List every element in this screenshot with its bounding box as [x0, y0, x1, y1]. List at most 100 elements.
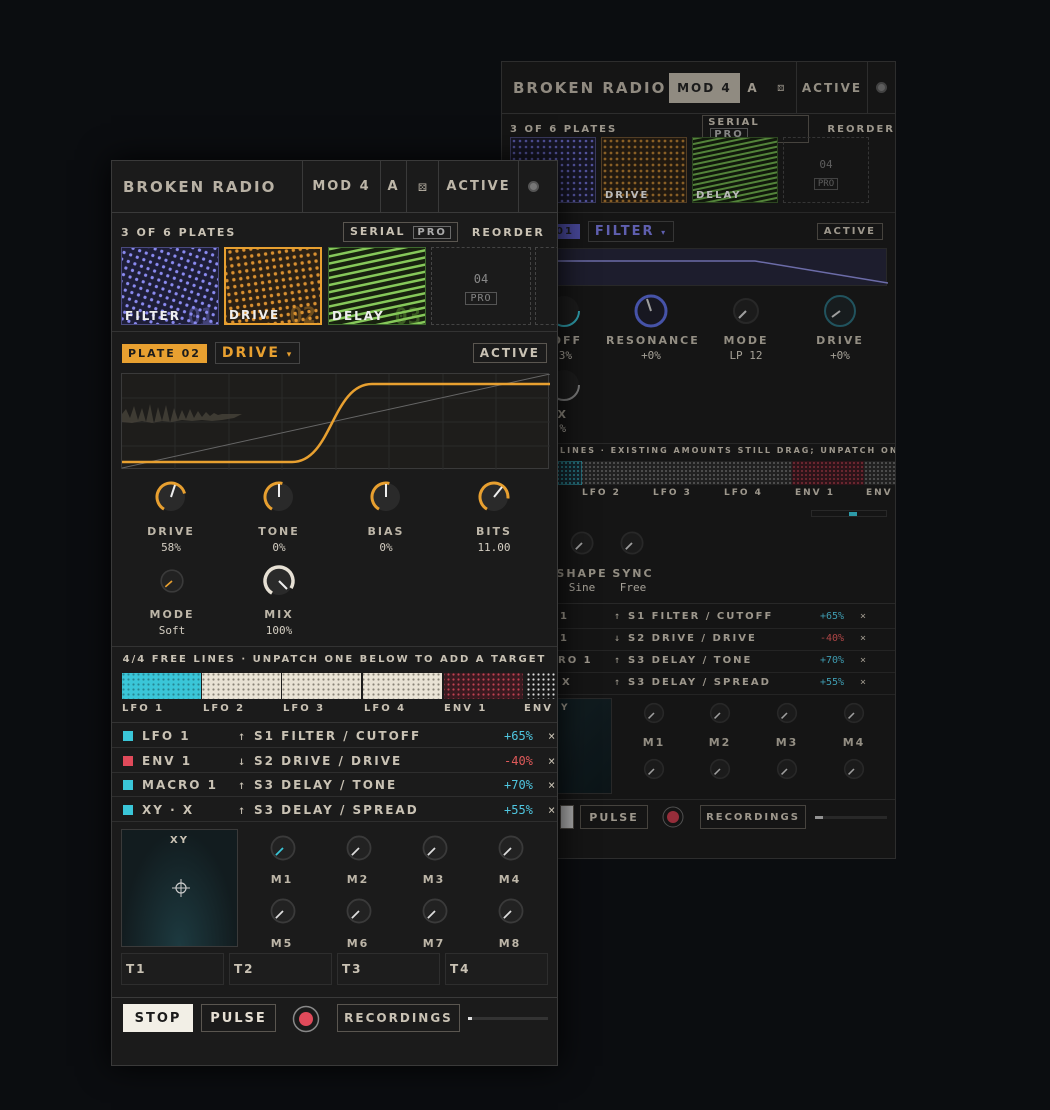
record-button[interactable]	[292, 1005, 320, 1033]
back-route-row[interactable]: RO 1 ↑ S3 DELAY / TONE +70% ×	[502, 649, 895, 673]
back-macro-knob[interactable]	[773, 699, 801, 727]
back-route-remove-icon[interactable]: ×	[860, 633, 866, 644]
back-recordings-button[interactable]: RECORDINGS	[700, 805, 806, 829]
source-lfo4[interactable]: LFO 4	[364, 703, 406, 714]
source-lfo2[interactable]: LFO 2	[203, 703, 245, 714]
back-macro-knob[interactable]	[640, 755, 668, 783]
back-route-amount[interactable]: +55%	[820, 677, 860, 688]
back-plate-empty[interactable]: 04 PRO	[783, 137, 869, 203]
back-a-button[interactable]: A	[740, 81, 766, 95]
macro-knob-m6[interactable]	[343, 895, 375, 927]
back-amount-slider[interactable]	[811, 510, 887, 517]
plate-delay[interactable]: DELAY 03	[328, 247, 426, 325]
back-macro-knob[interactable]	[706, 755, 734, 783]
back-route-row[interactable]: X ↑ S3 DELAY / SPREAD +55% ×	[502, 671, 895, 695]
source-lfo3[interactable]: LFO 3	[283, 703, 325, 714]
route-row[interactable]: ENV 1 ↓ S2 DRIVE / DRIVE -40% ×	[112, 749, 557, 773]
back-source-lfo3[interactable]: LFO 3	[653, 488, 692, 498]
route-amount[interactable]: +65%	[504, 729, 548, 743]
back-macro-knob[interactable]	[640, 699, 668, 727]
back-plate-delay[interactable]: DELAY	[692, 137, 778, 203]
source-env1[interactable]: ENV 1	[444, 703, 487, 714]
back-record-button[interactable]	[661, 805, 685, 829]
a-button[interactable]: A	[380, 161, 406, 212]
route-remove-icon[interactable]: ×	[548, 778, 555, 792]
back-stop-button[interactable]	[560, 805, 574, 829]
knob-tone[interactable]	[261, 479, 297, 515]
back-route-amount[interactable]: +65%	[820, 611, 860, 622]
mod-button[interactable]: MOD 4	[302, 161, 380, 212]
back-knob-mode[interactable]	[728, 293, 764, 329]
active-button[interactable]: ACTIVE	[438, 161, 518, 212]
back-source-lfo4[interactable]: LFO 4	[724, 488, 763, 498]
back-macro-knob[interactable]	[773, 755, 801, 783]
back-knob-shape[interactable]	[566, 527, 598, 559]
reorder-button[interactable]: REORDER	[472, 226, 545, 239]
plate-select[interactable]: DRIVE ▾	[214, 342, 301, 364]
stop-button[interactable]: STOP	[123, 1004, 193, 1032]
dice-icon[interactable]: ⚄	[406, 161, 438, 212]
back-settings-icon[interactable]	[867, 62, 895, 113]
knob-mix[interactable]	[261, 563, 297, 599]
back-xy-pad[interactable]: Y	[552, 698, 612, 794]
knob-drive[interactable]	[153, 479, 189, 515]
knob-bits[interactable]	[476, 479, 512, 515]
source-env[interactable]: ENV	[524, 703, 553, 714]
back-route-remove-icon[interactable]: ×	[860, 611, 866, 622]
back-route-row[interactable]: 1 ↓ S2 DRIVE / DRIVE -40% ×	[502, 627, 895, 651]
crosshair-icon[interactable]	[172, 879, 190, 897]
source-lfo1[interactable]: LFO 1	[122, 703, 164, 714]
back-mod-button[interactable]: MOD 4	[668, 72, 741, 103]
serial-button[interactable]: SERIAL PRO	[343, 222, 458, 242]
back-active-button[interactable]: ACTIVE	[795, 62, 867, 113]
route-amount[interactable]: +55%	[504, 803, 548, 817]
back-route-remove-icon[interactable]: ×	[860, 655, 866, 666]
track-t2[interactable]: T2	[229, 953, 332, 985]
back-macro-knob[interactable]	[840, 755, 868, 783]
macro-knob-m2[interactable]	[343, 832, 375, 864]
macro-knob-m5[interactable]	[267, 895, 299, 927]
route-remove-icon[interactable]: ×	[548, 754, 555, 768]
back-source-env[interactable]: ENV	[866, 488, 893, 498]
knob-bias[interactable]	[368, 479, 404, 515]
back-route-row[interactable]: 1 ↑ S1 FILTER / CUTOFF +65% ×	[502, 605, 895, 629]
route-amount[interactable]: +70%	[504, 778, 548, 792]
back-macro-knob[interactable]	[840, 699, 868, 727]
back-source-lfo2[interactable]: LFO 2	[582, 488, 621, 498]
track-t3[interactable]: T3	[337, 953, 440, 985]
back-plate-drive[interactable]: DRIVE	[601, 137, 687, 203]
macro-knob-m7[interactable]	[419, 895, 451, 927]
macro-knob-m8[interactable]	[495, 895, 527, 927]
recordings-button[interactable]: RECORDINGS	[337, 1004, 460, 1032]
back-route-remove-icon[interactable]: ×	[860, 677, 866, 688]
plate-active-button[interactable]: ACTIVE	[472, 343, 547, 363]
track-t1[interactable]: T1	[121, 953, 224, 985]
route-row[interactable]: XY · X ↑ S3 DELAY / SPREAD +55% ×	[112, 798, 557, 822]
plate-empty-slot-2[interactable]	[535, 247, 557, 325]
back-knob-drive[interactable]	[822, 293, 858, 329]
back-knob-resonance[interactable]	[633, 293, 669, 329]
macro-knob-m3[interactable]	[419, 832, 451, 864]
back-plate-active[interactable]: ACTIVE	[816, 222, 883, 240]
plate-drive[interactable]: DRIVE 02	[224, 247, 322, 325]
back-macro-knob[interactable]	[706, 699, 734, 727]
back-plate-select[interactable]: FILTER ▾	[587, 220, 675, 242]
macro-knob-m1[interactable]	[267, 832, 299, 864]
back-source-env1[interactable]: ENV 1	[795, 488, 835, 498]
pulse-button[interactable]: PULSE	[201, 1004, 276, 1032]
xy-pad[interactable]: XY	[121, 829, 238, 947]
back-reorder-button[interactable]: REORDER	[827, 124, 895, 135]
macro-knob-m4[interactable]	[495, 832, 527, 864]
route-row[interactable]: LFO 1 ↑ S1 FILTER / CUTOFF +65% ×	[112, 724, 557, 748]
back-dice-icon[interactable]: ⚄	[766, 81, 796, 94]
knob-mode[interactable]	[157, 566, 187, 596]
back-knob-sync[interactable]	[616, 527, 648, 559]
back-route-amount[interactable]: +70%	[820, 655, 860, 666]
route-amount[interactable]: -40%	[504, 754, 548, 768]
route-row[interactable]: MACRO 1 ↑ S3 DELAY / TONE +70% ×	[112, 773, 557, 797]
route-remove-icon[interactable]: ×	[548, 803, 555, 817]
back-route-amount[interactable]: -40%	[820, 633, 860, 644]
back-pulse-button[interactable]: PULSE	[580, 805, 648, 829]
plate-empty-slot[interactable]: 04 PRO	[431, 247, 531, 325]
track-t4[interactable]: T4	[445, 953, 548, 985]
